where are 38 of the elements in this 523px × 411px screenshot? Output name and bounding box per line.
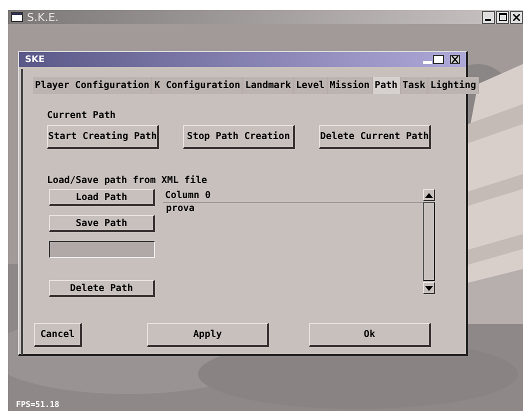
tab[interactable]: Mission <box>328 77 373 94</box>
fps-counter: FPS=51.18 <box>16 400 60 410</box>
tab[interactable]: Player Configuration <box>33 77 152 94</box>
minimize-restore-icon[interactable] <box>423 55 445 64</box>
dialog-button[interactable]: Cancel <box>34 323 82 347</box>
tab[interactable]: Lighting <box>428 77 480 94</box>
path-button[interactable]: Start Creating Path <box>47 125 159 149</box>
path-button[interactable]: Stop Path Creation <box>183 125 295 149</box>
close-button[interactable] <box>510 10 523 24</box>
input-field[interactable] <box>49 241 155 258</box>
minimize-button[interactable] <box>482 10 495 24</box>
down-arrow-icon <box>425 286 433 290</box>
path-button[interactable]: Delete Current Path <box>319 125 431 149</box>
close-icon[interactable] <box>450 55 460 64</box>
scroll-down-button[interactable] <box>423 282 435 294</box>
dialog-title: SKE <box>25 54 45 64</box>
window-icon <box>11 12 23 22</box>
tab[interactable]: K Configuration <box>152 77 244 94</box>
file-list[interactable]: Column 0 prova <box>163 189 435 294</box>
window-title: S.K.E. <box>27 10 59 24</box>
save-button[interactable]: Save Path <box>49 215 155 232</box>
maximize-button[interactable] <box>496 10 509 24</box>
dialog-button[interactable]: Ok <box>309 323 431 347</box>
up-arrow-icon <box>425 192 433 198</box>
dialog-button[interactable]: Apply <box>147 323 269 347</box>
maximize-icon <box>498 13 506 21</box>
scroll-up-button[interactable] <box>423 189 435 201</box>
tab[interactable]: Task <box>400 77 428 94</box>
close-icon <box>513 14 520 20</box>
load-button[interactable]: Load Path <box>49 189 155 206</box>
tab[interactable]: Path <box>372 77 400 94</box>
section-label: Current Path <box>47 110 117 121</box>
tab[interactable]: Landmark <box>243 77 294 94</box>
section-label: Load/Save path from XML file <box>47 175 208 186</box>
list-item[interactable]: prova <box>166 203 195 214</box>
column-header: Column 0 <box>165 190 211 201</box>
delete-button[interactable]: Delete Path <box>49 280 155 297</box>
tab[interactable]: Level <box>294 77 328 94</box>
